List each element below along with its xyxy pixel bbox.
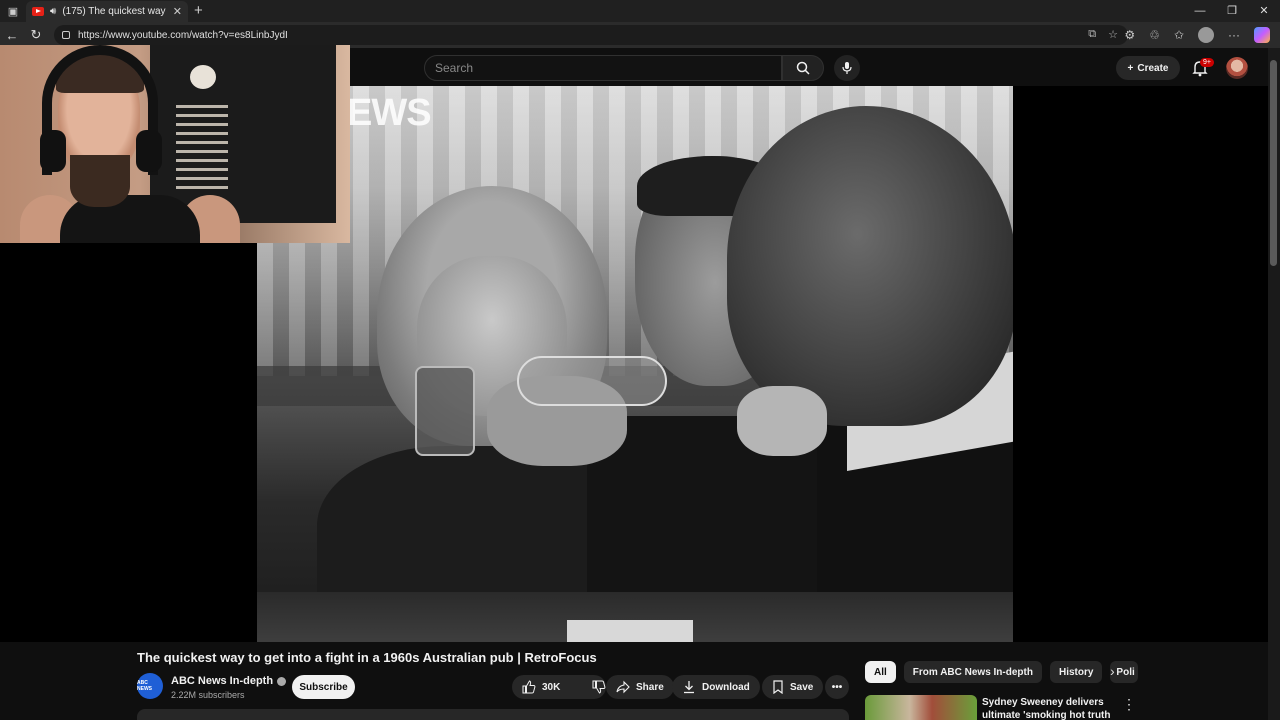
thumbs-down-icon	[592, 680, 606, 694]
download-icon	[684, 681, 694, 694]
webcam-headset	[136, 130, 162, 172]
share-icon	[616, 680, 630, 694]
webcam-overlay	[0, 45, 350, 243]
kebab-menu-icon[interactable]: ⋮	[1122, 696, 1136, 713]
tab-close-icon[interactable]: ✕	[173, 5, 182, 18]
chip-all[interactable]: All	[865, 661, 896, 683]
create-label: Create	[1137, 62, 1169, 74]
webcam-skull	[190, 65, 216, 89]
description-box[interactable]	[137, 709, 849, 720]
recommendation-thumbnail[interactable]	[865, 695, 977, 720]
save-button[interactable]: Save	[762, 675, 824, 699]
voice-search-button[interactable]	[834, 55, 860, 81]
video-watermark: EWS	[347, 92, 432, 134]
url-text: https://www.youtube.com/watch?v=es8LinbJ…	[78, 29, 288, 41]
chip-history[interactable]: History	[1049, 661, 1103, 683]
search-icon	[796, 61, 810, 75]
like-button[interactable]: 30K	[512, 675, 570, 699]
share-button[interactable]: Share	[606, 675, 674, 699]
browser-essentials-icon[interactable]: ♲	[1149, 28, 1160, 42]
copilot-icon[interactable]	[1254, 27, 1270, 43]
new-tab-button[interactable]: +	[194, 2, 203, 19]
bookmark-icon	[773, 680, 783, 694]
browser-tab[interactable]: 🔊︎ (175) The quickest way to get ✕	[26, 1, 188, 22]
back-icon[interactable]: ←	[0, 28, 24, 43]
extensions-icon[interactable]: ⚙	[1124, 28, 1135, 42]
favorite-star-icon[interactable]: ☆	[1108, 28, 1118, 41]
recommendation-chips: All From ABC News In-depth History Poli	[865, 661, 1139, 683]
like-count: 30K	[542, 681, 561, 693]
video-frame-figure	[727, 106, 1013, 426]
more-actions-button[interactable]: •••	[825, 675, 849, 699]
tab-title: (175) The quickest way to get	[62, 6, 166, 17]
download-button[interactable]: Download	[672, 675, 760, 699]
restore-button[interactable]: ❐	[1216, 0, 1248, 22]
minimize-button[interactable]: —	[1184, 0, 1216, 22]
scrollbar-thumb[interactable]	[1270, 60, 1277, 266]
youtube-header: Search + Create 9+	[350, 48, 1280, 86]
profile-avatar[interactable]	[1198, 27, 1214, 43]
video-frame-glass	[517, 356, 667, 406]
microphone-icon	[842, 62, 852, 74]
site-info-icon[interactable]	[62, 31, 70, 39]
webcam-skeleton	[176, 105, 228, 195]
youtube-favicon-icon	[32, 7, 44, 16]
create-button[interactable]: + Create	[1116, 56, 1180, 80]
video-frame-hands	[737, 386, 827, 456]
account-avatar[interactable]	[1226, 57, 1248, 79]
open-in-app-icon[interactable]: ⧉	[1088, 28, 1096, 41]
tab-actions-icon[interactable]: ▣	[0, 0, 26, 22]
video-title: The quickest way to get into a fight in …	[137, 650, 597, 665]
plus-icon: +	[1127, 62, 1134, 74]
window-controls: — ❐ ✕	[1184, 0, 1280, 22]
channel-avatar[interactable]: ABC NEWS	[137, 673, 163, 699]
notification-badge: 9+	[1200, 58, 1214, 67]
browser-menu-icon[interactable]: ···	[1228, 28, 1240, 42]
speaker-icon[interactable]: 🔊︎	[50, 6, 56, 17]
close-window-button[interactable]: ✕	[1248, 0, 1280, 22]
verified-badge-icon	[277, 676, 287, 686]
channel-name[interactable]: ABC News In-depth	[171, 675, 287, 687]
favorites-icon[interactable]: ✩	[1174, 28, 1184, 42]
recommendation-title[interactable]: Sydney Sweeney delivers ultimate 'smokin…	[982, 696, 1112, 720]
download-label: Download	[702, 681, 750, 693]
browser-tab-bar: ▣ 🔊︎ (175) The quickest way to get ✕ + —…	[0, 0, 1280, 22]
url-field[interactable]: https://www.youtube.com/watch?v=es8LinbJ…	[54, 25, 1128, 45]
video-frame-plate	[567, 620, 693, 642]
save-label: Save	[790, 681, 814, 693]
channel-name-text: ABC News In-depth	[171, 675, 274, 687]
search-button[interactable]	[782, 55, 824, 81]
webcam-headset	[40, 130, 66, 172]
subscribe-button[interactable]: Subscribe	[292, 675, 355, 699]
video-frame-glass	[415, 366, 475, 456]
share-label: Share	[636, 681, 664, 693]
search-input[interactable]: Search	[424, 55, 782, 81]
video-player[interactable]: EWS	[257, 86, 1013, 642]
chip-from-channel[interactable]: From ABC News In-depth	[903, 661, 1042, 683]
like-dislike-group: 30K	[512, 675, 606, 699]
thumbs-up-icon	[522, 680, 536, 694]
reload-icon[interactable]: ↻	[24, 27, 48, 43]
subscriber-count: 2.22M subscribers	[171, 690, 245, 700]
chevron-right-icon[interactable]: ›	[1110, 663, 1115, 679]
